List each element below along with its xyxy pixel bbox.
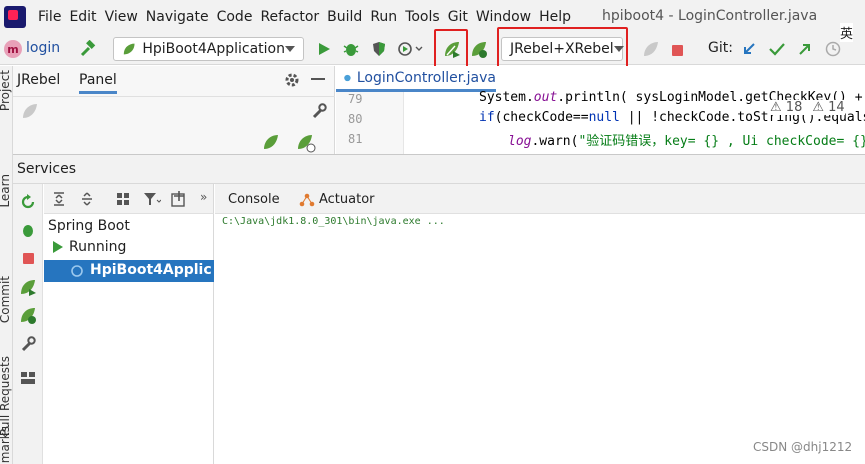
- menu-code[interactable]: Code: [217, 9, 253, 25]
- menu-window[interactable]: Window: [476, 9, 531, 25]
- pull-requests-tool-tab[interactable]: Pull Requests: [0, 356, 12, 436]
- spring-app-icon: [71, 265, 83, 277]
- expand-all-icon[interactable]: [50, 190, 68, 208]
- jrebel-run-icon[interactable]: [17, 276, 39, 298]
- history-clock-icon[interactable]: [824, 40, 842, 58]
- profiler-dropdown-icon[interactable]: [396, 39, 426, 59]
- minimize-icon[interactable]: [311, 78, 325, 80]
- tree-node-app-selected[interactable]: HpiBoot4Application: [44, 260, 214, 282]
- coverage-shield-icon[interactable]: [369, 39, 389, 59]
- jrebel-run-icon[interactable]: [441, 38, 463, 60]
- line-number: 80: [348, 112, 363, 126]
- git-update-icon[interactable]: [740, 40, 758, 58]
- services-tree-toolbar: »: [44, 184, 214, 214]
- menu-run[interactable]: Run: [370, 9, 397, 25]
- run-icon[interactable]: [315, 40, 333, 58]
- module-badge-icon: m: [4, 40, 22, 58]
- code-line-81: log.warn("验证码错误，key= {} , Ui checkCode= …: [508, 134, 865, 149]
- menu-bar: File Edit View Navigate Code Refactor Bu…: [0, 0, 865, 33]
- run-icon: [53, 241, 63, 253]
- ime-indicator: 英: [840, 23, 854, 42]
- chevron-down-icon: [613, 46, 624, 52]
- menu-view[interactable]: View: [105, 9, 138, 25]
- tab-actuator[interactable]: Actuator: [299, 192, 375, 207]
- editor-tab-logincontroller[interactable]: LoginController.java: [336, 66, 496, 92]
- chevron-down-icon: [285, 46, 295, 52]
- console-output-line: C:\Java\jdk1.8.0_301\bin\java.exe ...: [222, 216, 445, 227]
- line-number: 79: [348, 92, 363, 106]
- left-tool-strip: Project Learn Commit Pull Requests marks: [0, 66, 13, 464]
- commit-tool-tab[interactable]: Commit: [0, 276, 12, 323]
- tree-node-running-label: Running: [69, 239, 127, 255]
- tree-node-spring-boot[interactable]: Spring Boot: [48, 218, 130, 234]
- jrebel-disabled-icon[interactable]: [641, 39, 661, 59]
- menu-git[interactable]: Git: [448, 9, 468, 25]
- weak-warning-count: ⚠ 14: [812, 100, 845, 115]
- collapse-all-icon[interactable]: [78, 190, 96, 208]
- xrebel-leaf-icon[interactable]: [295, 132, 317, 154]
- layout-grid-icon[interactable]: [18, 368, 38, 388]
- jrebel-debug-icon[interactable]: [17, 304, 39, 326]
- menu-file[interactable]: File: [38, 9, 61, 25]
- menu-build[interactable]: Build: [327, 9, 362, 25]
- more-chevron-icon[interactable]: »: [200, 190, 207, 204]
- jrebel-panel-leaf-icon[interactable]: [20, 101, 40, 121]
- main-toolbar: m login HpiBoot4Application JRebel+XRebe…: [0, 27, 865, 71]
- java-class-icon: [344, 74, 351, 81]
- git-label: Git:: [708, 40, 733, 56]
- menu-edit[interactable]: Edit: [69, 9, 96, 25]
- run-config-label: HpiBoot4Application: [142, 41, 285, 57]
- warning-count: ⚠ 18: [770, 100, 803, 115]
- bookmarks-tool-tab[interactable]: marks: [0, 426, 12, 463]
- services-title: Services: [17, 161, 77, 177]
- project-module-label[interactable]: login: [26, 40, 60, 56]
- git-push-icon[interactable]: [796, 40, 814, 58]
- spring-leaf-icon: [123, 43, 135, 55]
- settings-gear-icon[interactable]: [283, 71, 301, 89]
- debug-bug-icon[interactable]: [341, 39, 361, 59]
- tab-panel[interactable]: Panel: [79, 72, 117, 94]
- menu-tools[interactable]: Tools: [405, 9, 440, 25]
- filter-icon[interactable]: [142, 190, 162, 208]
- group-by-icon[interactable]: [114, 190, 132, 208]
- console-panel: Console Actuator C:\Java\jdk1.8.0_301\bi…: [215, 184, 865, 464]
- jrebel-panel: JRebel Panel: [13, 66, 335, 154]
- wrench-icon[interactable]: [309, 101, 329, 121]
- tree-node-running[interactable]: Running: [52, 239, 126, 255]
- add-service-icon[interactable]: [170, 190, 188, 208]
- tab-console[interactable]: Console: [228, 192, 280, 207]
- jrebel-debug-icon[interactable]: [468, 38, 490, 60]
- intellij-logo-icon: [4, 5, 26, 28]
- project-tool-tab[interactable]: Project: [0, 70, 12, 111]
- jrebel-enable-leaf-icon[interactable]: [261, 132, 281, 152]
- window-title: hpiboot4 - LoginController.java: [602, 8, 818, 24]
- inspection-widget[interactable]: ⚠ 18 ⚠ 14: [770, 100, 845, 115]
- run-config-select[interactable]: HpiBoot4Application: [113, 37, 304, 61]
- git-commit-check-icon[interactable]: [768, 40, 786, 58]
- jrebel-mode-label: JRebel+XRebel: [510, 41, 614, 57]
- menu-refactor[interactable]: Refactor: [260, 9, 319, 25]
- services-tree: Spring Boot Running HpiBoot4Application: [44, 214, 214, 464]
- debug-bug-icon[interactable]: [18, 220, 38, 240]
- editor-tab-label: LoginController.java: [356, 69, 496, 86]
- learn-tool-tab[interactable]: Learn: [0, 174, 12, 208]
- line-number: 81: [348, 132, 363, 146]
- wrench-icon[interactable]: [18, 334, 38, 354]
- tree-node-app-label: HpiBoot4Application: [90, 262, 212, 278]
- menu-navigate[interactable]: Navigate: [146, 9, 209, 25]
- services-side-toolbar: [13, 184, 43, 464]
- rerun-icon[interactable]: [18, 192, 38, 212]
- jrebel-mode-select[interactable]: JRebel+XRebel: [501, 37, 624, 61]
- csdn-watermark: CSDN @dhj1212: [753, 440, 853, 454]
- line-gutter: 79 80 81: [336, 92, 404, 154]
- tab-jrebel[interactable]: JRebel: [17, 72, 60, 88]
- stop-icon[interactable]: [670, 43, 684, 57]
- actuator-icon: [299, 193, 315, 206]
- build-hammer-icon[interactable]: [78, 39, 98, 59]
- menu-help[interactable]: Help: [539, 9, 571, 25]
- stop-icon[interactable]: [20, 250, 36, 266]
- tab-actuator-label: Actuator: [319, 192, 375, 207]
- services-header: Services: [13, 154, 865, 184]
